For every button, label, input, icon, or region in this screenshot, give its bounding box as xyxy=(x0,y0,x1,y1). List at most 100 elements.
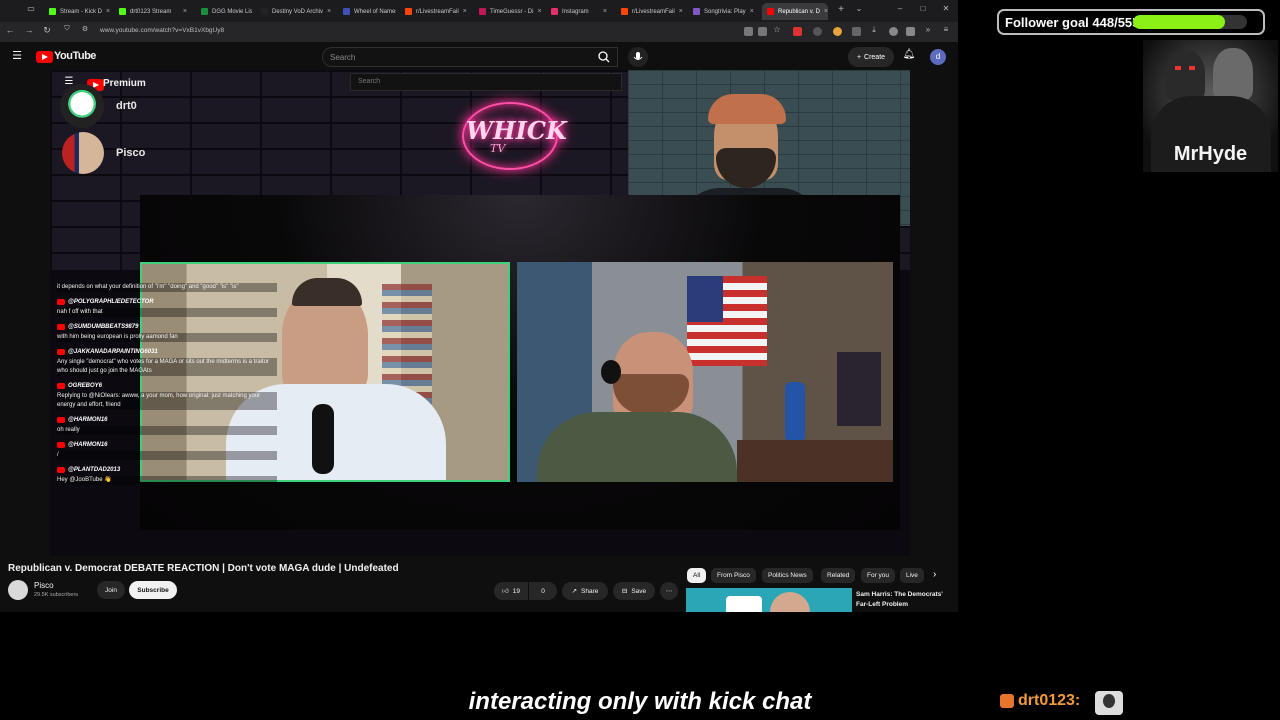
browser-tab[interactable]: Songtrivia: Play × xyxy=(688,3,758,20)
browser-tab[interactable]: Instagram × xyxy=(546,3,612,20)
youtube-logo-icon[interactable] xyxy=(36,51,53,63)
streamer-beard xyxy=(716,148,776,188)
tab-close-icon[interactable]: × xyxy=(537,8,541,15)
tab-list-icon[interactable]: ▭ xyxy=(24,4,38,13)
chip-all[interactable]: All xyxy=(687,568,707,583)
youtube-badge-icon xyxy=(57,299,65,305)
like-button[interactable]: 👍︎ 19 xyxy=(494,582,528,600)
reload-icon[interactable]: ↻ xyxy=(40,25,54,36)
tab-label: TimeGuessr - Di xyxy=(490,8,534,15)
back-icon[interactable]: ← xyxy=(3,25,17,35)
share-button[interactable]: ↗ Share xyxy=(562,582,608,600)
chat-user-name: @HARMON16 xyxy=(68,442,108,448)
tab-close-icon[interactable]: × xyxy=(603,8,607,15)
desk xyxy=(737,440,893,482)
hamburger-menu-icon[interactable]: ☰ xyxy=(10,49,24,62)
chip-for-you[interactable]: For you xyxy=(861,568,896,583)
more-actions-button[interactable]: ⋯ xyxy=(660,582,678,600)
extension-icon[interactable] xyxy=(813,27,822,36)
close-window-icon[interactable]: ✕ xyxy=(939,4,953,13)
browser-tab[interactable]: drt0123 Stream × xyxy=(114,3,192,20)
extension-icon[interactable] xyxy=(852,27,861,36)
recommended-title[interactable]: Sam Harris: The Democrats' Far-Left Prob… xyxy=(856,590,952,610)
chat-overlay: it depends on what your definition of "i… xyxy=(57,280,277,485)
voice-search-button[interactable] xyxy=(628,47,648,67)
search-button[interactable] xyxy=(590,47,620,67)
chat-user-name: @JAKKANADARPAINTING6031 xyxy=(68,349,158,355)
notifications-bell-icon[interactable]: 🔔︎ xyxy=(902,49,916,60)
chat-username: @SUMDUMBBEATS9879 xyxy=(57,324,277,330)
address-bar: ← → ↻ ⛉ ⚙ www.youtube.com/watch?v=VxB1vX… xyxy=(0,22,958,42)
security-icon[interactable]: ⛉ xyxy=(60,25,74,33)
chevron-right-icon[interactable]: › xyxy=(933,569,936,580)
channel-name[interactable]: Pisco xyxy=(34,581,54,590)
browser-tab[interactable]: DGG Movie List× xyxy=(196,3,252,20)
browser-window: ▭ Stream - Kick D × drt0123 Stream × DGG Mov… xyxy=(0,0,958,612)
extension-icon[interactable] xyxy=(758,27,767,36)
menu-icon[interactable]: ≡ xyxy=(939,25,953,34)
extension-icon[interactable] xyxy=(793,27,802,36)
tab-close-icon[interactable]: × xyxy=(327,8,331,15)
site-info-icon[interactable]: ⚙ xyxy=(78,25,92,33)
search-input[interactable]: Search xyxy=(322,47,618,67)
maximize-icon[interactable]: □ xyxy=(916,4,930,13)
sidebar-icon[interactable] xyxy=(906,27,915,36)
plus-icon: + xyxy=(856,53,862,61)
chat-user-name: @SUMDUMBBEATS9879 xyxy=(68,324,139,330)
join-button[interactable]: Join xyxy=(97,581,125,599)
minimize-icon[interactable]: – xyxy=(893,4,907,13)
action-figure xyxy=(785,382,805,442)
tab-favicon-icon xyxy=(261,8,268,15)
extension-icon[interactable] xyxy=(744,27,753,36)
chat-message: it depends on what your definition of "i… xyxy=(57,283,277,292)
subscribe-button[interactable]: Subscribe xyxy=(129,581,177,599)
tab-close-icon[interactable]: × xyxy=(183,8,187,15)
url-field[interactable]: www.youtube.com/watch?v=VxB1vXbgUy8 xyxy=(100,27,224,34)
emote-face xyxy=(1103,694,1115,708)
youtube-wordmark[interactable]: YouTube xyxy=(54,50,96,62)
save-button[interactable]: ⊟ Save xyxy=(613,582,655,600)
chat-username: @HARMON16 xyxy=(57,442,277,448)
tab-close-icon[interactable]: × xyxy=(679,8,683,15)
browser-tab[interactable]: Republican v. D × xyxy=(762,3,828,20)
dislike-button[interactable]: 0 xyxy=(529,582,557,600)
create-button[interactable]: + Create xyxy=(848,47,894,67)
extension-icon[interactable] xyxy=(833,27,842,36)
forward-icon[interactable]: → xyxy=(22,25,36,35)
chat-message: Any single "democrat" who votes for a MA… xyxy=(57,358,277,376)
chip-politics-news[interactable]: Politics News xyxy=(762,568,813,583)
bookmark-icon: ⊟ xyxy=(621,588,628,595)
recommended-thumbnail[interactable] xyxy=(686,588,852,612)
browser-tab[interactable]: TimeGuessr - Di × xyxy=(474,3,542,20)
browser-tab[interactable]: Wheel of Names× xyxy=(338,3,396,20)
account-avatar[interactable]: d xyxy=(930,49,946,65)
browser-tab[interactable]: r/LivestreamFail × xyxy=(400,3,470,20)
download-icon[interactable]: ⤓ xyxy=(867,25,881,35)
tab-close-icon[interactable]: × xyxy=(824,8,828,15)
chat-message: with him being european is prolly aamond… xyxy=(57,333,277,342)
tab-favicon-icon xyxy=(405,8,412,15)
more-chevron-icon[interactable]: » xyxy=(921,25,935,34)
profile-icon[interactable] xyxy=(889,27,898,36)
subscriber-count: 29.5K subscribers xyxy=(34,592,79,598)
guest-name: drt0 xyxy=(116,100,137,112)
tab-favicon-icon xyxy=(621,8,628,15)
chip-related[interactable]: Related xyxy=(821,568,856,583)
headphones xyxy=(601,360,621,384)
bookmark-star-icon[interactable]: ☆ xyxy=(770,25,784,34)
browser-tab[interactable]: Stream - Kick D × xyxy=(44,3,110,20)
new-tab-icon[interactable]: + xyxy=(834,4,848,15)
browser-tab[interactable]: Destiny VoD Archiv × xyxy=(256,3,334,20)
browser-tab[interactable]: r/LivestreamFail × xyxy=(616,3,684,20)
tab-close-icon[interactable]: × xyxy=(463,8,467,15)
tab-close-icon[interactable]: × xyxy=(106,8,110,15)
tab-close-icon[interactable]: × xyxy=(750,8,754,15)
masked-head xyxy=(1213,48,1253,100)
microphone xyxy=(312,404,334,474)
neon-logo-sub: TV xyxy=(490,142,506,155)
chip-live[interactable]: Live xyxy=(900,568,924,583)
streamer-name: MrHyde xyxy=(1173,143,1248,165)
chip-from-pisco[interactable]: From Pisco xyxy=(711,568,756,583)
channel-avatar[interactable] xyxy=(8,580,28,600)
chevron-down-icon[interactable]: ⌄ xyxy=(852,4,866,13)
